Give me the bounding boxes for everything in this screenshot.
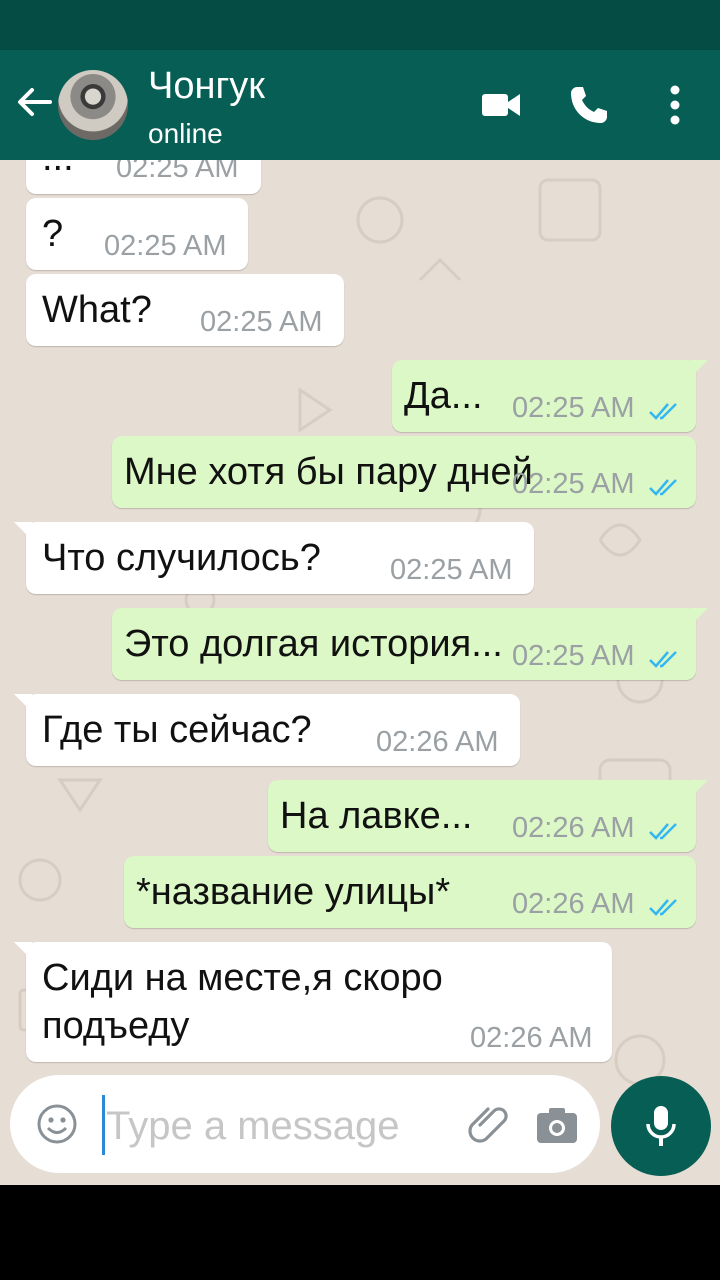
message-text-line-1: Сиди на месте,я скоро [42, 957, 443, 999]
double-check-icon [649, 651, 677, 668]
bubble-tail [14, 694, 32, 712]
message-time: 02:26 AM [376, 726, 499, 758]
camera-icon[interactable] [534, 1105, 580, 1147]
message-outgoing[interactable]: На лавке... 02:26 AM [268, 780, 708, 852]
text-caret [102, 1095, 105, 1155]
message-text: Да... [404, 375, 483, 417]
bubble-tail [690, 608, 708, 626]
mic-icon [646, 1106, 676, 1146]
message-incoming[interactable]: Что случилось? 02:25 AM [14, 522, 534, 594]
bubble-tail [690, 780, 708, 798]
arrow-left-icon[interactable] [12, 80, 56, 124]
contact-name[interactable]: Чонгук [148, 64, 265, 108]
system-nav-bar [0, 1185, 720, 1280]
message-time: 02:25 AM [512, 640, 635, 672]
message-incoming[interactable]: Сиди на месте,я скоро подъеду 02:26 AM [14, 942, 612, 1062]
double-check-icon [649, 479, 677, 496]
double-check-icon [649, 823, 677, 840]
message-text-line-2: подъеду [42, 1005, 190, 1047]
message-text: What? [42, 289, 152, 331]
bubble-tail [14, 942, 32, 960]
video-call-icon[interactable] [476, 80, 526, 130]
message-time: 02:26 AM [512, 888, 635, 920]
message-composer[interactable]: Type a message [10, 1075, 600, 1173]
message-outgoing[interactable]: Мне хотя бы пару дней 02:25 AM [112, 436, 696, 508]
message-time: 02:25 AM [116, 160, 239, 184]
message-outgoing[interactable]: Да... 02:25 AM [392, 360, 708, 432]
message-text: Что случилось? [42, 537, 321, 579]
more-vert-icon[interactable] [650, 80, 700, 130]
message-input[interactable]: Type a message [106, 1103, 400, 1149]
message-time: 02:25 AM [512, 392, 635, 424]
phone-icon[interactable] [564, 80, 614, 130]
chat-header: Чонгук online [0, 50, 720, 160]
message-text: Где ты сейчас? [42, 709, 312, 751]
double-check-icon [649, 403, 677, 420]
bubble-tail [690, 360, 708, 378]
message-text: Это долгая история... [124, 623, 503, 665]
message-text: *название улицы* [136, 871, 451, 913]
contact-status: online [148, 118, 223, 149]
mic-button[interactable] [611, 1076, 711, 1176]
message-text: На лавке... [280, 795, 473, 837]
message-incoming[interactable]: ? 02:25 AM [26, 198, 248, 270]
emoji-icon[interactable] [36, 1103, 78, 1145]
message-time: 02:25 AM [104, 230, 227, 262]
message-time: 02:26 AM [470, 1022, 593, 1054]
paperclip-icon[interactable] [466, 1103, 512, 1149]
message-outgoing[interactable]: Это долгая история... 02:25 AM [112, 608, 708, 680]
message-incoming[interactable]: Где ты сейчас? 02:26 AM [14, 694, 520, 766]
message-time: 02:25 AM [390, 554, 513, 586]
message-time: 02:25 AM [200, 306, 323, 338]
avatar[interactable] [58, 70, 128, 140]
message-text: ? [42, 213, 64, 255]
message-time: 02:25 AM [512, 468, 635, 500]
message-time: 02:26 AM [512, 812, 635, 844]
message-outgoing[interactable]: *название улицы* 02:26 AM [124, 856, 696, 928]
bubble-tail [14, 522, 32, 540]
chat-area[interactable]: ... 02:25 AM ? 02:25 AM What? 02:25 AM Д… [0, 160, 720, 1185]
message-incoming[interactable]: What? 02:25 AM [26, 274, 344, 346]
message-text: Мне хотя бы пару дней [124, 451, 533, 493]
message-text: ... [42, 160, 74, 180]
message-incoming[interactable]: ... 02:25 AM [26, 160, 261, 194]
status-bar [0, 0, 720, 50]
double-check-icon [649, 899, 677, 916]
